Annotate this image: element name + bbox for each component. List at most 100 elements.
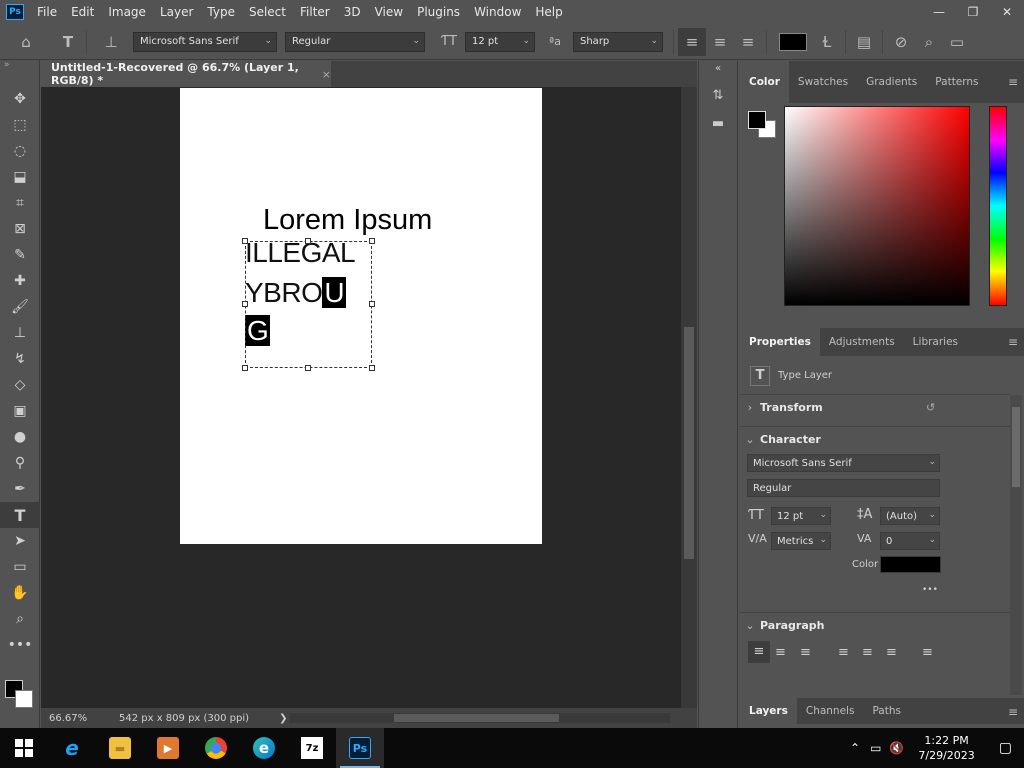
- menu-help[interactable]: Help: [528, 0, 569, 24]
- paragraph-align-center-icon[interactable]: ≡: [775, 645, 786, 660]
- kerning-select[interactable]: Metrics ⌄: [771, 532, 831, 550]
- move-tool-icon[interactable]: ✥: [0, 86, 40, 112]
- resize-handle[interactable]: [305, 365, 311, 371]
- taskbar-chrome[interactable]: ●: [192, 728, 240, 768]
- menu-layer[interactable]: Layer: [153, 0, 200, 24]
- chevron-up-icon[interactable]: ⌃: [844, 741, 866, 755]
- blur-tool-icon[interactable]: ●: [0, 424, 40, 450]
- history-icon[interactable]: ⇅: [699, 81, 737, 109]
- zoom-tool-icon[interactable]: ⌕: [0, 606, 40, 632]
- resize-handle[interactable]: [369, 365, 375, 371]
- collapse-arrows-icon[interactable]: »: [0, 60, 39, 72]
- font-style-select[interactable]: Regular ⌄: [285, 31, 425, 52]
- restore-button[interactable]: ❐: [956, 0, 990, 24]
- lasso-tool-icon[interactable]: ◌: [0, 138, 40, 164]
- text-color-swatch[interactable]: [779, 32, 807, 51]
- taskbar-file-explorer[interactable]: ▬: [96, 728, 144, 768]
- tab-properties[interactable]: Properties: [740, 328, 820, 356]
- pen-tool-icon[interactable]: ✒: [0, 476, 40, 502]
- justify-last-left-icon[interactable]: ≡: [838, 645, 849, 660]
- tab-paths[interactable]: Paths: [863, 698, 910, 724]
- tab-gradients[interactable]: Gradients: [857, 68, 926, 96]
- dodge-tool-icon[interactable]: ⚲: [0, 450, 40, 476]
- frame-tool-icon[interactable]: ⊠: [0, 216, 40, 242]
- marquee-tool-icon[interactable]: ⬚: [0, 112, 40, 138]
- type-tool-icon[interactable]: T: [0, 502, 40, 528]
- background-color-swatch[interactable]: [15, 690, 33, 708]
- menu-edit[interactable]: Edit: [64, 0, 101, 24]
- taskbar-7zip[interactable]: 7z: [288, 728, 336, 768]
- panel-menu-icon[interactable]: ≡: [1008, 705, 1018, 719]
- paragraph-align-left-icon[interactable]: ≡: [748, 641, 770, 663]
- tab-adjustments[interactable]: Adjustments: [820, 328, 904, 356]
- menu-window[interactable]: Window: [467, 0, 528, 24]
- foreground-background-colors[interactable]: [5, 680, 35, 710]
- transform-section-header[interactable]: › Transform ↺: [740, 394, 1010, 420]
- more-options-icon[interactable]: •••: [922, 585, 938, 595]
- menu-select[interactable]: Select: [242, 0, 293, 24]
- justify-all-icon[interactable]: ≡: [922, 645, 933, 660]
- more-tools-icon[interactable]: •••: [0, 632, 40, 658]
- resize-handle[interactable]: [369, 238, 375, 244]
- resize-handle[interactable]: [242, 238, 248, 244]
- clock[interactable]: 1:22 PM 7/29/2023: [908, 733, 984, 763]
- path-selection-tool-icon[interactable]: ➤: [0, 528, 40, 554]
- paragraph-section-header[interactable]: ⌄ Paragraph: [740, 612, 1010, 638]
- eraser-tool-icon[interactable]: ◇: [0, 372, 40, 398]
- tab-color[interactable]: Color: [740, 61, 789, 103]
- warp-text-icon[interactable]: Ɫ: [813, 28, 841, 56]
- crop-tool-icon[interactable]: ⌗: [0, 190, 40, 216]
- toggle-text-orientation-icon[interactable]: ⊥: [97, 28, 125, 56]
- tab-libraries[interactable]: Libraries: [904, 328, 967, 356]
- clone-stamp-tool-icon[interactable]: ⊥: [0, 320, 40, 346]
- justify-last-center-icon[interactable]: ≡: [862, 645, 873, 660]
- resize-handle[interactable]: [242, 365, 248, 371]
- taskbar-internet-explorer[interactable]: e: [48, 728, 96, 768]
- eyedropper-tool-icon[interactable]: ✎: [0, 242, 40, 268]
- start-button[interactable]: [0, 728, 48, 768]
- canvas-horizontal-scrollbar[interactable]: [290, 713, 670, 723]
- menu-plugins[interactable]: Plugins: [410, 0, 467, 24]
- tab-swatches[interactable]: Swatches: [789, 68, 857, 96]
- resize-handle[interactable]: [369, 301, 375, 307]
- canvas-title-text[interactable]: Lorem Ipsum: [263, 204, 432, 237]
- panel-menu-icon[interactable]: ≡: [1008, 335, 1018, 349]
- scrollbar-thumb[interactable]: [684, 327, 694, 559]
- status-menu-arrow-icon[interactable]: ❯: [279, 713, 287, 724]
- align-left-icon[interactable]: ≡: [678, 27, 706, 56]
- resize-handle[interactable]: [305, 238, 311, 244]
- brush-tool-icon[interactable]: 🖌: [0, 294, 40, 320]
- menu-type[interactable]: Type: [200, 0, 242, 24]
- menu-view[interactable]: View: [368, 0, 410, 24]
- align-right-icon[interactable]: ≡: [734, 28, 762, 56]
- color-picker-field[interactable]: [784, 106, 970, 306]
- menu-file[interactable]: File: [30, 0, 64, 24]
- antialias-select[interactable]: Sharp ⌄: [573, 31, 663, 52]
- notifications-icon[interactable]: ▢: [985, 740, 1024, 756]
- gradient-tool-icon[interactable]: ▣: [0, 398, 40, 424]
- healing-brush-tool-icon[interactable]: ✚: [0, 268, 40, 294]
- scrollbar-thumb[interactable]: [1012, 407, 1020, 487]
- menu-image[interactable]: Image: [101, 0, 153, 24]
- character-font-family-select[interactable]: Microsoft Sans Serif ⌄: [747, 454, 940, 472]
- character-section-header[interactable]: ⌄ Character: [740, 426, 1010, 452]
- canvas-vertical-scrollbar[interactable]: [681, 87, 697, 708]
- resize-handle[interactable]: [242, 301, 248, 307]
- document-tab[interactable]: Untitled-1-Recovered @ 66.7% (Layer 1, R…: [41, 61, 331, 87]
- justify-last-right-icon[interactable]: ≡: [886, 645, 897, 660]
- menu-3d[interactable]: 3D: [337, 0, 368, 24]
- tab-channels[interactable]: Channels: [797, 698, 864, 724]
- paragraph-align-right-icon[interactable]: ≡: [800, 645, 811, 660]
- text-bounding-box[interactable]: [242, 238, 375, 371]
- search-icon[interactable]: ⌕: [915, 28, 943, 56]
- network-icon[interactable]: ▭: [866, 741, 885, 755]
- font-family-select[interactable]: Microsoft Sans Serif ⌄: [133, 31, 277, 52]
- scrollbar-thumb[interactable]: [394, 714, 559, 722]
- tab-layers[interactable]: Layers: [740, 698, 797, 724]
- taskbar-edge[interactable]: e: [240, 728, 288, 768]
- character-color-swatch[interactable]: [880, 556, 941, 573]
- tracking-select[interactable]: 0 ⌄: [880, 532, 940, 550]
- character-font-style-select[interactable]: Regular: [747, 479, 940, 497]
- font-size-select[interactable]: 12 pt ⌄: [465, 31, 535, 52]
- comments-icon[interactable]: ▬: [699, 109, 737, 137]
